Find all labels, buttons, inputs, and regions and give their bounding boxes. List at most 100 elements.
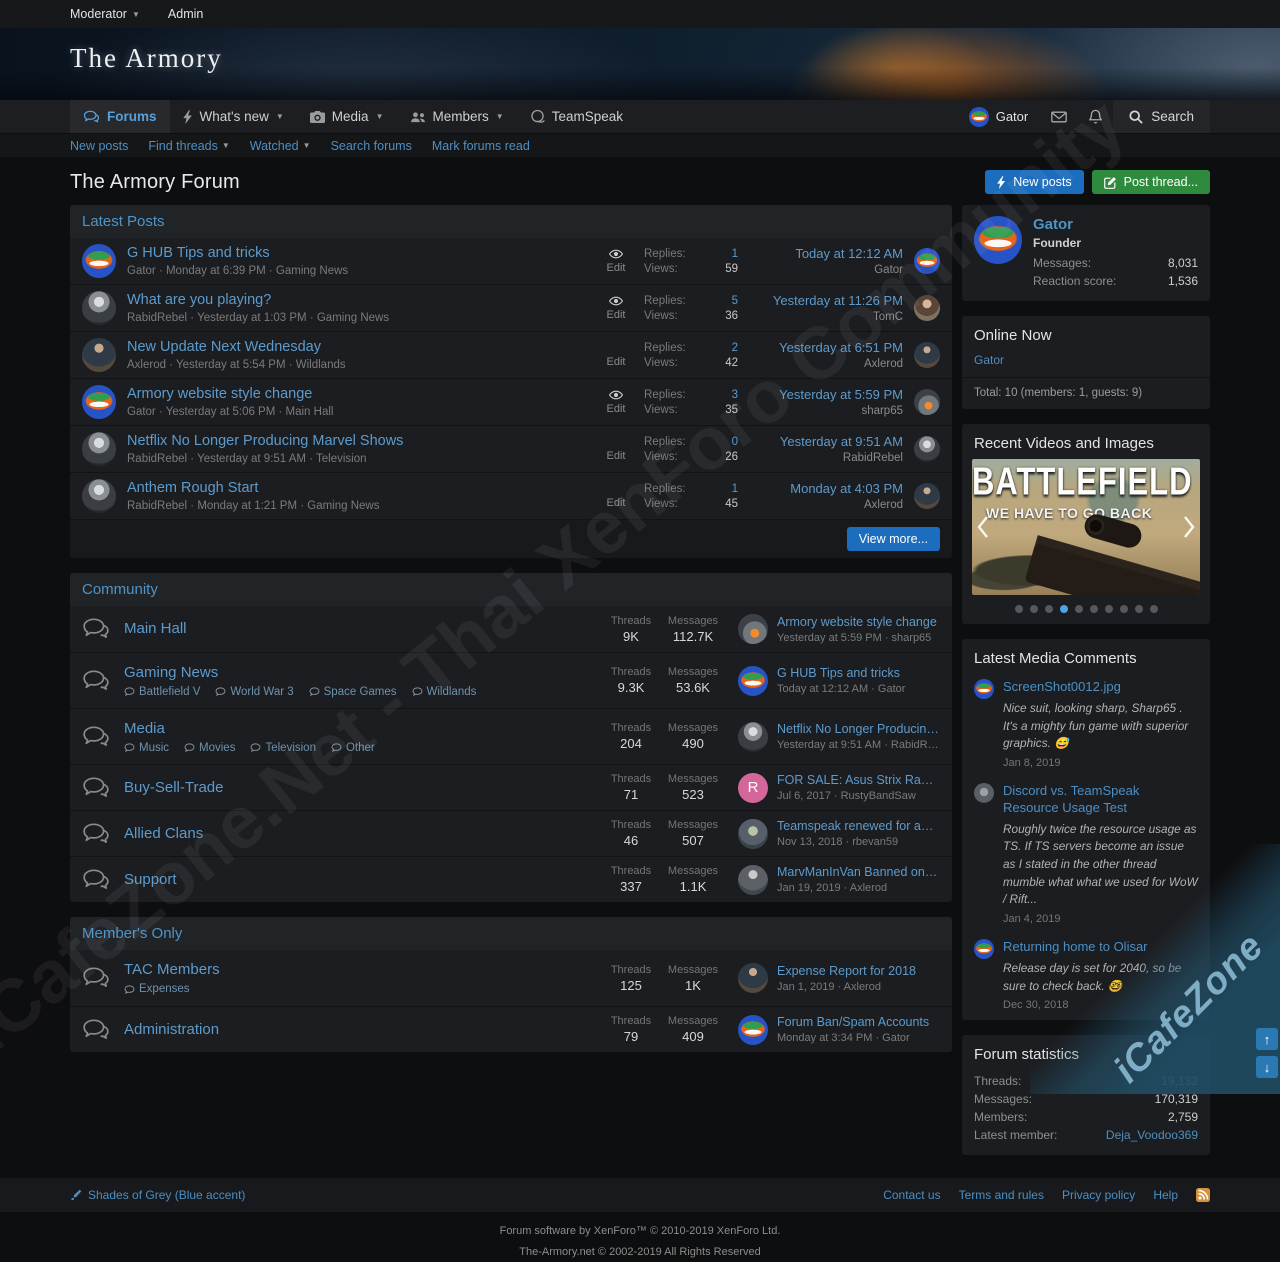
- view-more-button[interactable]: View more...: [846, 527, 940, 551]
- last-post-time[interactable]: Monday at 4:03 PM: [754, 481, 903, 496]
- last-poster-avatar[interactable]: R: [738, 772, 768, 803]
- last-poster-avatar[interactable]: [738, 614, 768, 644]
- carousel-dot[interactable]: [1134, 605, 1143, 613]
- thread-starter-avatar[interactable]: [82, 385, 116, 419]
- thread-title-link[interactable]: Anthem Rough Start: [127, 480, 587, 497]
- comment-media-link[interactable]: Returning home to Olisar: [1003, 939, 1198, 956]
- forum-title-link[interactable]: Support: [124, 871, 177, 888]
- thread-title-link[interactable]: G HUB Tips and tricks: [127, 245, 587, 262]
- latest-member-link[interactable]: Deja_Voodoo369: [1106, 1126, 1198, 1144]
- thread-title-link[interactable]: Armory website style change: [127, 386, 587, 403]
- edit-link[interactable]: Edit: [607, 403, 626, 415]
- last-thread-link[interactable]: Armory website style change: [777, 615, 940, 629]
- last-thread-link[interactable]: FOR SALE: Asus Strix Radion R9 390...: [777, 773, 940, 787]
- carousel-dot[interactable]: [1149, 605, 1158, 613]
- carousel-prev-chevron-icon[interactable]: [976, 515, 990, 539]
- scroll-up-button[interactable]: ↑: [1256, 1028, 1278, 1050]
- last-poster-avatar[interactable]: [914, 295, 940, 321]
- privacy-link[interactable]: Privacy policy: [1062, 1188, 1135, 1202]
- alerts-bell-icon[interactable]: [1078, 100, 1113, 133]
- forum-title-link[interactable]: Main Hall: [124, 620, 187, 637]
- thread-starter-avatar[interactable]: [82, 432, 116, 466]
- tab-media[interactable]: Media ▼: [297, 100, 397, 133]
- thread-starter-avatar[interactable]: [82, 479, 116, 513]
- thread-title-link[interactable]: New Update Next Wednesday: [127, 339, 587, 356]
- account-menu[interactable]: Gator: [957, 100, 1041, 133]
- new-posts-button[interactable]: New posts: [985, 170, 1084, 194]
- subnav-new-posts[interactable]: New posts: [70, 139, 128, 153]
- comment-media-link[interactable]: ScreenShot0012.jpg: [1003, 679, 1198, 696]
- inbox-envelope-icon[interactable]: [1040, 100, 1078, 133]
- subforum-link[interactable]: Other: [331, 742, 375, 754]
- commenter-avatar[interactable]: [974, 679, 994, 699]
- tab-forums[interactable]: Forums: [70, 100, 170, 133]
- carousel-dot[interactable]: [1104, 605, 1113, 613]
- subnav-watched[interactable]: Watched ▼: [250, 139, 311, 153]
- last-poster-avatar[interactable]: [914, 248, 940, 274]
- thread-starter-avatar[interactable]: [82, 244, 116, 278]
- edit-link[interactable]: Edit: [607, 262, 626, 274]
- edit-link[interactable]: Edit: [607, 356, 626, 368]
- commenter-avatar[interactable]: [974, 939, 994, 960]
- online-user-link[interactable]: Gator: [962, 351, 1210, 378]
- subnav-search-forums[interactable]: Search forums: [331, 139, 412, 153]
- last-poster-avatar[interactable]: [914, 436, 940, 462]
- subforum-link[interactable]: Wildlands: [412, 686, 476, 698]
- last-thread-link[interactable]: Expense Report for 2018: [777, 964, 940, 978]
- moderator-menu[interactable]: Moderator ▼: [70, 7, 140, 21]
- help-link[interactable]: Help: [1153, 1188, 1178, 1202]
- forum-title-link[interactable]: Media: [124, 720, 165, 737]
- subforum-link[interactable]: Expenses: [124, 983, 190, 995]
- carousel-dot[interactable]: [1119, 605, 1128, 613]
- admin-link[interactable]: Admin: [168, 7, 203, 21]
- carousel-dot[interactable]: [1014, 605, 1023, 613]
- last-thread-link[interactable]: G HUB Tips and tricks: [777, 666, 940, 680]
- last-post-time[interactable]: Yesterday at 9:51 AM: [754, 434, 903, 449]
- post-thread-button[interactable]: Post thread...: [1091, 170, 1210, 194]
- tab-teamspeak[interactable]: TeamSpeak: [517, 100, 636, 133]
- forum-title-link[interactable]: Allied Clans: [124, 825, 203, 842]
- subforum-link[interactable]: Music: [124, 742, 169, 754]
- profile-username-link[interactable]: Gator: [1033, 216, 1073, 233]
- tab-members[interactable]: Members ▼: [397, 100, 517, 133]
- last-thread-link[interactable]: Teamspeak renewed for another year: [777, 819, 940, 833]
- last-poster-avatar[interactable]: [738, 818, 768, 849]
- carousel-dot[interactable]: [1044, 605, 1053, 613]
- subforum-link[interactable]: Space Games: [309, 686, 397, 698]
- last-poster-avatar[interactable]: [738, 864, 768, 895]
- contact-us-link[interactable]: Contact us: [883, 1188, 940, 1202]
- thread-title-link[interactable]: Netflix No Longer Producing Marvel Shows: [127, 433, 587, 450]
- forum-title-link[interactable]: Administration: [124, 1021, 219, 1038]
- subforum-link[interactable]: Television: [250, 742, 316, 754]
- profile-avatar[interactable]: [974, 216, 1022, 264]
- edit-link[interactable]: Edit: [607, 497, 626, 509]
- last-poster-avatar[interactable]: [914, 342, 940, 368]
- subforum-link[interactable]: Movies: [184, 742, 235, 754]
- subforum-link[interactable]: World War 3: [215, 686, 294, 698]
- carousel-next-chevron-icon[interactable]: [1182, 515, 1196, 539]
- last-poster-avatar[interactable]: [738, 721, 768, 752]
- carousel-dot[interactable]: [1074, 605, 1083, 613]
- thread-title-link[interactable]: What are you playing?: [127, 292, 587, 309]
- comment-media-link[interactable]: Discord vs. TeamSpeak Resource Usage Tes…: [1003, 783, 1198, 817]
- carousel-dot-active[interactable]: [1059, 605, 1068, 613]
- edit-link[interactable]: Edit: [607, 450, 626, 462]
- last-post-time[interactable]: Yesterday at 11:26 PM: [754, 293, 903, 308]
- forum-title-link[interactable]: Buy-Sell-Trade: [124, 779, 223, 796]
- forum-title-link[interactable]: Gaming News: [124, 664, 218, 681]
- thread-starter-avatar[interactable]: [82, 291, 116, 325]
- style-chooser-link[interactable]: Shades of Grey (Blue accent): [70, 1188, 245, 1202]
- carousel-dot[interactable]: [1089, 605, 1098, 613]
- scroll-down-button[interactable]: ↓: [1256, 1056, 1278, 1078]
- commenter-avatar[interactable]: [974, 782, 994, 803]
- tab-whats-new[interactable]: What's new ▼: [170, 100, 297, 133]
- last-poster-avatar[interactable]: [738, 665, 768, 696]
- last-poster-avatar[interactable]: [914, 483, 940, 509]
- subnav-mark-forums-read[interactable]: Mark forums read: [432, 139, 530, 153]
- thread-starter-avatar[interactable]: [82, 338, 116, 372]
- subnav-find-threads[interactable]: Find threads ▼: [148, 139, 229, 153]
- search-button[interactable]: Search: [1113, 100, 1210, 133]
- last-post-time[interactable]: Today at 12:12 AM: [754, 246, 903, 261]
- carousel-dot[interactable]: [1029, 605, 1038, 613]
- rss-icon[interactable]: [1196, 1188, 1210, 1203]
